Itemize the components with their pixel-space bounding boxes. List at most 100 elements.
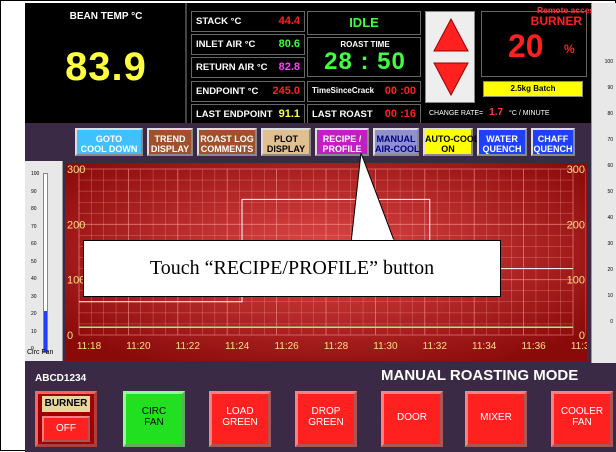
status-indicator: IDLE (307, 11, 421, 35)
x-tick-label: 11:18 (77, 341, 102, 352)
burner-button[interactable]: BURNER OFF (35, 391, 97, 447)
function-button-auto-cool-on[interactable]: AUTO-COOL ON (423, 128, 479, 156)
left-scale-tick: 60 (31, 241, 37, 247)
x-tick-label: 11:26 (274, 341, 299, 352)
control-button-label: LOAD GREEN (222, 406, 258, 428)
return-air-value: 82.8 (278, 61, 300, 73)
left-scale-tick: 90 (31, 188, 37, 195)
x-tick-label: 11:20 (126, 341, 151, 352)
change-rate-label: CHANGE RATE= (429, 110, 484, 117)
function-button-roast-log-comments[interactable]: ROAST LOG COMMENTS (197, 128, 257, 156)
function-button-chaff-quench[interactable]: CHAFF QUENCH (531, 128, 575, 156)
circ-fan-gauge: Circ Fan 100 90 80 70 60 50 40 30 20 10 0 (25, 161, 63, 361)
inlet-air-label: INLET AIR °C (196, 39, 256, 50)
door-button[interactable]: DOOR (381, 391, 443, 447)
return-air-readout: RETURN AIR °C 82.8 (191, 57, 305, 78)
decrease-arrow-icon[interactable] (432, 60, 470, 98)
x-tick-label: 11:36 (521, 341, 546, 352)
left-scale-tick: 50 (31, 258, 37, 265)
burner-value: 20 (508, 28, 544, 64)
control-button-label: CIRC FAN (141, 406, 167, 428)
left-scale-tick: 30 (31, 293, 37, 300)
change-rate-unit: °C / MINUTE (509, 110, 550, 117)
time-since-crack-readout: TimeSinceCrack 00 :00 (307, 81, 421, 102)
left-scale-tick: 0 (31, 346, 34, 352)
right-scale-tick: 70 (607, 137, 613, 143)
y-tick-label-right: 200 (567, 219, 585, 231)
left-scale-tick: 40 (31, 276, 37, 282)
stack-temp-label: STACK °C (196, 16, 242, 27)
bean-temp-label: BEAN TEMP °C (69, 11, 143, 22)
bean-temp-panel: BEAN TEMP °C 83.9 (25, 3, 187, 123)
y-tick-label-left: 300 (67, 164, 85, 176)
left-scale-tick: 10 (31, 328, 37, 335)
x-tick-label: 11:34 (472, 341, 497, 352)
x-tick-label: 11:28 (324, 341, 349, 352)
endpoint-label: ENDPOINT °C (196, 86, 259, 97)
change-rate-readout: CHANGE RATE= 1.7 °C / MINUTE (425, 105, 591, 121)
function-button-trend-display[interactable]: TREND DISPLAY (147, 128, 193, 156)
stack-temp-readout: STACK °C 44.4 (191, 11, 305, 32)
left-scale-tick: 70 (31, 223, 37, 230)
control-button-label: DROP GREEN (308, 406, 344, 428)
burner-readout: BURNER 20 % (481, 11, 587, 77)
roast-time-panel: ROAST TIME 28 : 50 (307, 37, 421, 77)
endpoint-value: 245.0 (272, 85, 300, 97)
right-scale-tick: 40 (607, 215, 613, 221)
endpoint-readout: ENDPOINT °C 245.0 (191, 81, 305, 102)
bean-temp-value: 83.9 (65, 45, 147, 89)
y-tick-label-right: 300 (567, 164, 585, 176)
roaster-id: ABCD1234 (35, 373, 87, 384)
y-tick-label-right: 100 (567, 275, 585, 287)
right-scale-tick: 10 (607, 293, 613, 299)
increase-arrow-icon[interactable] (432, 16, 470, 54)
cooler-fan-button[interactable]: COOLER FAN (551, 391, 613, 447)
burner-adjust-panel (425, 11, 475, 103)
top-panel: BEAN TEMP °C 83.9 STACK °C 44.4 INLET AI… (25, 3, 616, 125)
right-scale-tick: 20 (607, 267, 613, 273)
left-scale-tick: 100 (31, 171, 40, 177)
last-endpoint-value: 91.1 (278, 108, 300, 120)
last-endpoint-readout: LAST ENDPOINT 91.1 (191, 104, 305, 125)
y-tick-label-left: 200 (67, 219, 85, 231)
batch-size-button[interactable]: 2.5kg Batch (483, 81, 583, 97)
mixer-button[interactable]: MIXER (465, 391, 527, 447)
burner-label: BURNER (530, 14, 582, 28)
right-scale-tick: 50 (607, 189, 613, 195)
load-green-button[interactable]: LOAD GREEN (209, 391, 271, 447)
right-scale-tick: 30 (607, 241, 613, 247)
roasting-mode-label: MANUAL ROASTING MODE (381, 367, 579, 384)
inlet-air-readout: INLET AIR °C 80.6 (191, 34, 305, 55)
circ-fan-button[interactable]: CIRC FAN (123, 391, 185, 447)
time-since-crack-value: 00 :00 (384, 85, 416, 97)
last-roast-value: 00 :16 (384, 108, 416, 120)
burner-button-label: BURNER (42, 396, 90, 412)
return-air-label: RETURN AIR °C (196, 62, 268, 73)
function-button-plot-display[interactable]: PLOT DISPLAY (261, 128, 311, 156)
inlet-air-value: 80.6 (278, 38, 300, 50)
screenshot-frame: BEAN TEMP °C 83.9 STACK °C 44.4 INLET AI… (0, 0, 616, 452)
function-button-water-quench[interactable]: WATER QUENCH (477, 128, 527, 156)
x-tick-label: 11:24 (225, 341, 250, 352)
burner-unit: % (564, 42, 575, 56)
change-rate-value: 1.7 (489, 107, 504, 118)
time-since-crack-label: TimeSinceCrack (312, 86, 375, 95)
roast-time-value: 28 : 50 (324, 48, 406, 75)
x-tick-label: 11:32 (423, 341, 448, 352)
function-button-goto-cool-down[interactable]: GOTO COOL DOWN (75, 128, 143, 156)
control-button-label: MIXER (480, 412, 512, 423)
right-scale-tick: 100 (604, 59, 613, 65)
x-tick-label: 11:30 (373, 341, 398, 352)
stack-temp-value: 44.4 (278, 15, 300, 27)
right-scale-tick: 0 (610, 319, 613, 325)
left-scale-tick: 20 (31, 311, 37, 317)
callout-pointer (350, 152, 396, 243)
circ-fan-gauge-fill (44, 311, 47, 352)
instruction-callout: Touch “RECIPE/PROFILE” button (83, 240, 501, 297)
last-roast-label: LAST ROAST (312, 109, 373, 120)
control-button-label: DOOR (397, 412, 427, 423)
right-scale-tick: 90 (607, 85, 613, 91)
y-tick-label-right: 0 (579, 330, 585, 342)
drop-green-button[interactable]: DROP GREEN (295, 391, 357, 447)
right-scale-tick: 80 (607, 111, 613, 117)
